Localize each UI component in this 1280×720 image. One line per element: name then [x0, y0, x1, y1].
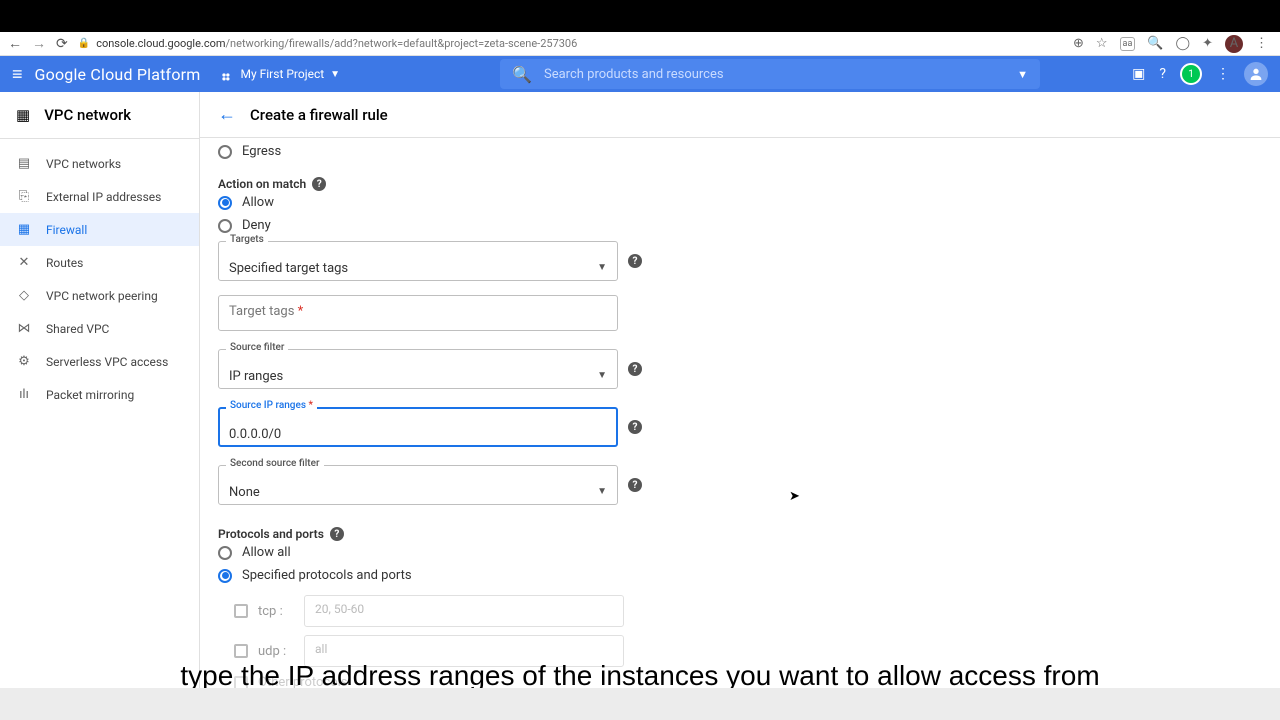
- url-path: /networking/firewalls/add?network=defaul…: [226, 37, 578, 50]
- targets-label: Targets: [226, 234, 268, 245]
- sidebar-item-peering[interactable]: ◇VPC network peering: [0, 279, 199, 312]
- lock-icon: 🔒: [78, 38, 90, 49]
- search-bar[interactable]: 🔍 ▼: [500, 59, 1040, 89]
- page-header: ← Create a firewall rule: [200, 92, 1280, 138]
- browser-chrome: ← → ⟳ 🔒 console.cloud.google.com/network…: [0, 32, 1280, 56]
- tcp-row: tcp : 20, 50-60: [234, 595, 1262, 627]
- shared-icon: ⋈: [16, 321, 32, 336]
- gcp-header: ≡ Google Cloud Platform My First Project…: [0, 56, 1280, 92]
- chevron-down-icon: ▼: [597, 370, 607, 381]
- search-icon: 🔍: [512, 65, 532, 84]
- radio-icon: [218, 219, 232, 233]
- help-icon[interactable]: ?: [330, 527, 344, 541]
- action-on-match-label: Action on match ?: [218, 177, 1262, 191]
- extensions-icon[interactable]: ✦: [1202, 36, 1213, 51]
- source-ip-ranges-field[interactable]: Source IP ranges * ?: [218, 407, 618, 447]
- chevron-down-icon[interactable]: ▼: [1017, 68, 1028, 81]
- video-letterbox-bottom: [0, 688, 1280, 720]
- second-filter-label: Second source filter: [226, 458, 324, 469]
- profile-avatar[interactable]: [1244, 62, 1268, 86]
- url-domain: console.cloud.google.com: [96, 37, 225, 50]
- browser-avatar[interactable]: A: [1225, 35, 1243, 53]
- tcp-label: tcp :: [258, 604, 294, 619]
- source-ip-label: Source IP ranges *: [226, 400, 317, 411]
- search-icon[interactable]: 🔍: [1147, 36, 1163, 51]
- tcp-ports-input[interactable]: 20, 50-60: [304, 595, 624, 627]
- help-icon[interactable]: ?: [1159, 66, 1166, 82]
- sidebar-item-vpc-networks[interactable]: ▤VPC networks: [0, 147, 199, 180]
- search-input[interactable]: [544, 67, 1005, 82]
- bookmark-icon[interactable]: ☆: [1096, 36, 1108, 51]
- target-tags-input[interactable]: Target tags *: [218, 295, 618, 331]
- chevron-down-icon: ▼: [330, 69, 340, 80]
- chevron-down-icon: ▼: [597, 486, 607, 497]
- sidebar-item-shared-vpc[interactable]: ⋈Shared VPC: [0, 312, 199, 345]
- sidebar-item-serverless[interactable]: ⚙Serverless VPC access: [0, 345, 199, 378]
- protocols-specified-option[interactable]: Specified protocols and ports: [218, 564, 1262, 587]
- firewall-icon: ▦: [16, 222, 32, 237]
- tcp-checkbox[interactable]: [234, 604, 248, 618]
- peering-icon: ◇: [16, 288, 32, 303]
- udp-label: udp :: [258, 644, 294, 659]
- forward-icon[interactable]: →: [32, 35, 46, 52]
- hamburger-icon[interactable]: ≡: [12, 64, 23, 85]
- chevron-down-icon: ▼: [597, 262, 607, 273]
- reload-icon[interactable]: ⟳: [56, 36, 68, 52]
- translate-icon[interactable]: aa: [1120, 37, 1136, 51]
- direction-egress-option[interactable]: Egress: [218, 140, 1262, 163]
- udp-ports-input[interactable]: all: [304, 635, 624, 667]
- radio-checked-icon: [218, 196, 232, 210]
- help-icon[interactable]: ?: [628, 362, 642, 376]
- gcp-logo[interactable]: Google Cloud Platform: [35, 65, 201, 84]
- page-title: Create a firewall rule: [250, 106, 388, 124]
- targets-dropdown[interactable]: Targets Specified target tags ▼ ?: [218, 241, 618, 281]
- project-name: My First Project: [241, 67, 325, 81]
- help-icon[interactable]: ?: [628, 420, 642, 434]
- ip-icon: ⎘: [16, 189, 32, 204]
- protocols-allow-all-option[interactable]: Allow all: [218, 541, 1262, 564]
- source-filter-label: Source filter: [226, 342, 288, 353]
- action-deny-option[interactable]: Deny: [218, 214, 1262, 237]
- routes-icon: ✕: [16, 255, 32, 270]
- second-source-filter-dropdown[interactable]: Second source filter None ▼ ?: [218, 465, 618, 505]
- address-bar[interactable]: 🔒 console.cloud.google.com/networking/fi…: [78, 37, 1063, 50]
- radio-icon: [218, 145, 232, 159]
- source-ip-input[interactable]: [229, 427, 607, 442]
- sidebar-item-routes[interactable]: ✕Routes: [0, 246, 199, 279]
- kebab-icon[interactable]: ⋮: [1255, 36, 1268, 51]
- vpc-network-icon: ▦: [16, 106, 30, 124]
- radio-checked-icon: [218, 569, 232, 583]
- project-selector[interactable]: My First Project ▼: [213, 63, 349, 85]
- sidebar-item-mirroring[interactable]: ılıPacket mirroring: [0, 378, 199, 411]
- serverless-icon: ⚙: [16, 354, 32, 369]
- help-icon[interactable]: ?: [628, 254, 642, 268]
- source-filter-value: IP ranges: [229, 369, 597, 384]
- back-arrow-icon[interactable]: ←: [218, 104, 236, 125]
- help-icon[interactable]: ?: [628, 478, 642, 492]
- source-filter-dropdown[interactable]: Source filter IP ranges ▼ ?: [218, 349, 618, 389]
- main-content: ← Create a firewall rule Egress Action o…: [200, 92, 1280, 720]
- sidebar-item-external-ip[interactable]: ⎘External IP addresses: [0, 180, 199, 213]
- sidebar: ▦ VPC network ▤VPC networks ⎘External IP…: [0, 92, 200, 720]
- targets-value: Specified target tags: [229, 261, 597, 276]
- mirror-icon: ılı: [16, 387, 32, 402]
- notification-badge[interactable]: 1: [1180, 63, 1202, 85]
- sidebar-title: ▦ VPC network: [0, 92, 199, 139]
- circle-icon[interactable]: ◯: [1176, 36, 1191, 51]
- udp-row: udp : all: [234, 635, 1262, 667]
- action-allow-option[interactable]: Allow: [218, 191, 1262, 214]
- protocols-ports-label: Protocols and ports ?: [218, 527, 1262, 541]
- back-icon[interactable]: ←: [8, 35, 22, 52]
- kebab-icon[interactable]: ⋮: [1216, 66, 1230, 82]
- cloud-shell-icon[interactable]: ▣: [1132, 66, 1145, 82]
- udp-checkbox[interactable]: [234, 644, 248, 658]
- sidebar-item-firewall[interactable]: ▦Firewall: [0, 213, 199, 246]
- network-icon: ▤: [16, 156, 32, 171]
- video-letterbox-top: [0, 0, 1280, 32]
- radio-icon: [218, 546, 232, 560]
- zoom-icon[interactable]: ⊕: [1073, 36, 1084, 51]
- project-icon: [221, 67, 235, 81]
- second-filter-value: None: [229, 485, 597, 500]
- help-icon[interactable]: ?: [312, 177, 326, 191]
